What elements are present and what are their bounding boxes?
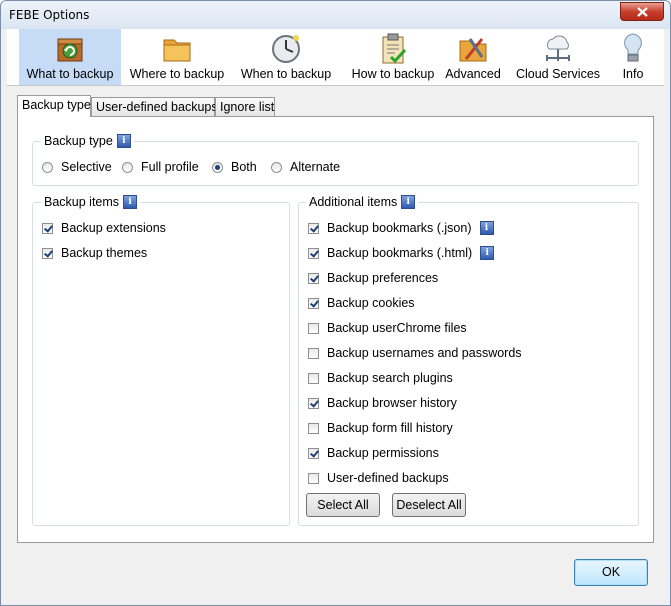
checkbox-box (308, 448, 319, 459)
toolbar-where-to-backup[interactable]: Where to backup (125, 29, 229, 85)
backup-type-title: Backup type i (41, 134, 134, 148)
toolbar-label: Advanced (445, 67, 501, 81)
checkbox-box (308, 398, 319, 409)
radio-circle (212, 162, 223, 173)
info-icon[interactable]: i (480, 246, 495, 260)
toolbar-label: Info (622, 67, 644, 81)
tab-backup-type[interactable]: Backup type (17, 95, 91, 117)
clock-icon (272, 35, 300, 63)
toolbar-cloud-services[interactable]: Cloud Services (511, 29, 605, 85)
lightbulb-icon (624, 33, 642, 62)
group-title-text: Additional items (309, 195, 398, 209)
checkbox-label: Backup bookmarks (.html) i (327, 246, 495, 260)
title-bar[interactable]: FEBE Options (1, 1, 670, 29)
backup-items-title: Backup items i (41, 195, 141, 209)
folder-icon (163, 39, 191, 62)
checkbox-label: Backup bookmarks (.json) i (327, 221, 494, 235)
clipboard-check-icon (382, 33, 407, 64)
checkbox-label: Backup form fill history (327, 421, 453, 435)
checkbox-box (308, 223, 319, 234)
ok-button[interactable]: OK (574, 559, 648, 586)
checkbox-box (308, 373, 319, 384)
toolbar-label: When to backup (240, 67, 332, 81)
checkbox-box (308, 298, 319, 309)
close-icon (637, 7, 648, 17)
checkbox-label: Backup usernames and passwords (327, 346, 522, 360)
group-title-text: Backup items (44, 195, 120, 209)
checkbox-label: Backup extensions (61, 221, 166, 235)
checkbox-label: Backup search plugins (327, 371, 453, 385)
select-all-button[interactable]: Select All (306, 493, 380, 517)
toolbar-label: Where to backup (129, 67, 225, 81)
checkbox-label: User-defined backups (327, 471, 449, 485)
checkbox-box (308, 273, 319, 284)
additional-items-list: Backup bookmarks (.json) i Backup bookmar… (308, 221, 633, 491)
group-title-text: Backup type (44, 134, 113, 148)
toolbar-label: What to backup (26, 67, 114, 81)
info-icon[interactable]: i (401, 195, 416, 209)
checkbox-label: Backup browser history (327, 396, 457, 410)
toolbar-label: Cloud Services (515, 67, 601, 81)
checkbox-label: Backup preferences (327, 271, 439, 285)
options-window: FEBE Options What to backup Where to bac… (0, 0, 671, 606)
toolbar-what-to-backup[interactable]: What to backup (19, 29, 121, 85)
window-title: FEBE Options (9, 8, 90, 22)
checkbox-box (42, 248, 53, 259)
backup-type-radios: Selective Full profile Both Alternate (42, 160, 632, 176)
toolbar-how-to-backup[interactable]: How to backup (341, 29, 445, 85)
radio-label: Alternate (290, 160, 341, 174)
checkbox-box (42, 223, 53, 234)
tab-panel: Backup type i Selective Full profile Both… (17, 116, 654, 543)
checkbox-box (308, 473, 319, 484)
info-icon[interactable]: i (116, 134, 131, 148)
radio-circle (42, 162, 53, 173)
toolbar-info[interactable]: Info (611, 29, 655, 85)
category-toolbar: What to backup Where to backup When to b… (7, 29, 664, 86)
toolbar-label: How to backup (351, 67, 435, 81)
checkbox-label: Backup cookies (327, 296, 415, 310)
checkbox-box (308, 348, 319, 359)
deselect-all-button[interactable]: Deselect All (392, 493, 466, 517)
checkbox-label: Backup themes (61, 246, 148, 260)
radio-label: Both (231, 160, 257, 174)
toolbar-advanced[interactable]: Advanced (437, 29, 509, 85)
backup-items-list: Backup extensions Backup themes (42, 221, 282, 281)
radio-label: Selective (61, 160, 112, 174)
close-button[interactable] (620, 2, 664, 21)
backup-box-icon (57, 38, 83, 62)
cloud-network-icon (546, 35, 570, 61)
tab-user-defined-backups[interactable]: User-defined backups (91, 97, 218, 116)
radio-circle (122, 162, 133, 173)
checkbox-label: Backup userChrome files (327, 321, 467, 335)
additional-items-title: Additional items i (306, 195, 419, 209)
tools-icon (459, 38, 487, 62)
radio-label: Full profile (141, 160, 199, 174)
toolbar-when-to-backup[interactable]: When to backup (235, 29, 337, 85)
info-icon[interactable]: i (123, 195, 138, 209)
checkbox-label-text: Backup bookmarks (.json) (327, 221, 472, 235)
checkbox-box (308, 323, 319, 334)
checkbox-box (308, 248, 319, 259)
checkbox-label: Backup permissions (327, 446, 439, 460)
radio-circle (271, 162, 282, 173)
checkbox-label-text: Backup bookmarks (.html) (327, 246, 473, 260)
tab-ignore-list[interactable]: Ignore list (215, 97, 275, 116)
info-icon[interactable]: i (479, 221, 494, 235)
checkbox-box (308, 423, 319, 434)
